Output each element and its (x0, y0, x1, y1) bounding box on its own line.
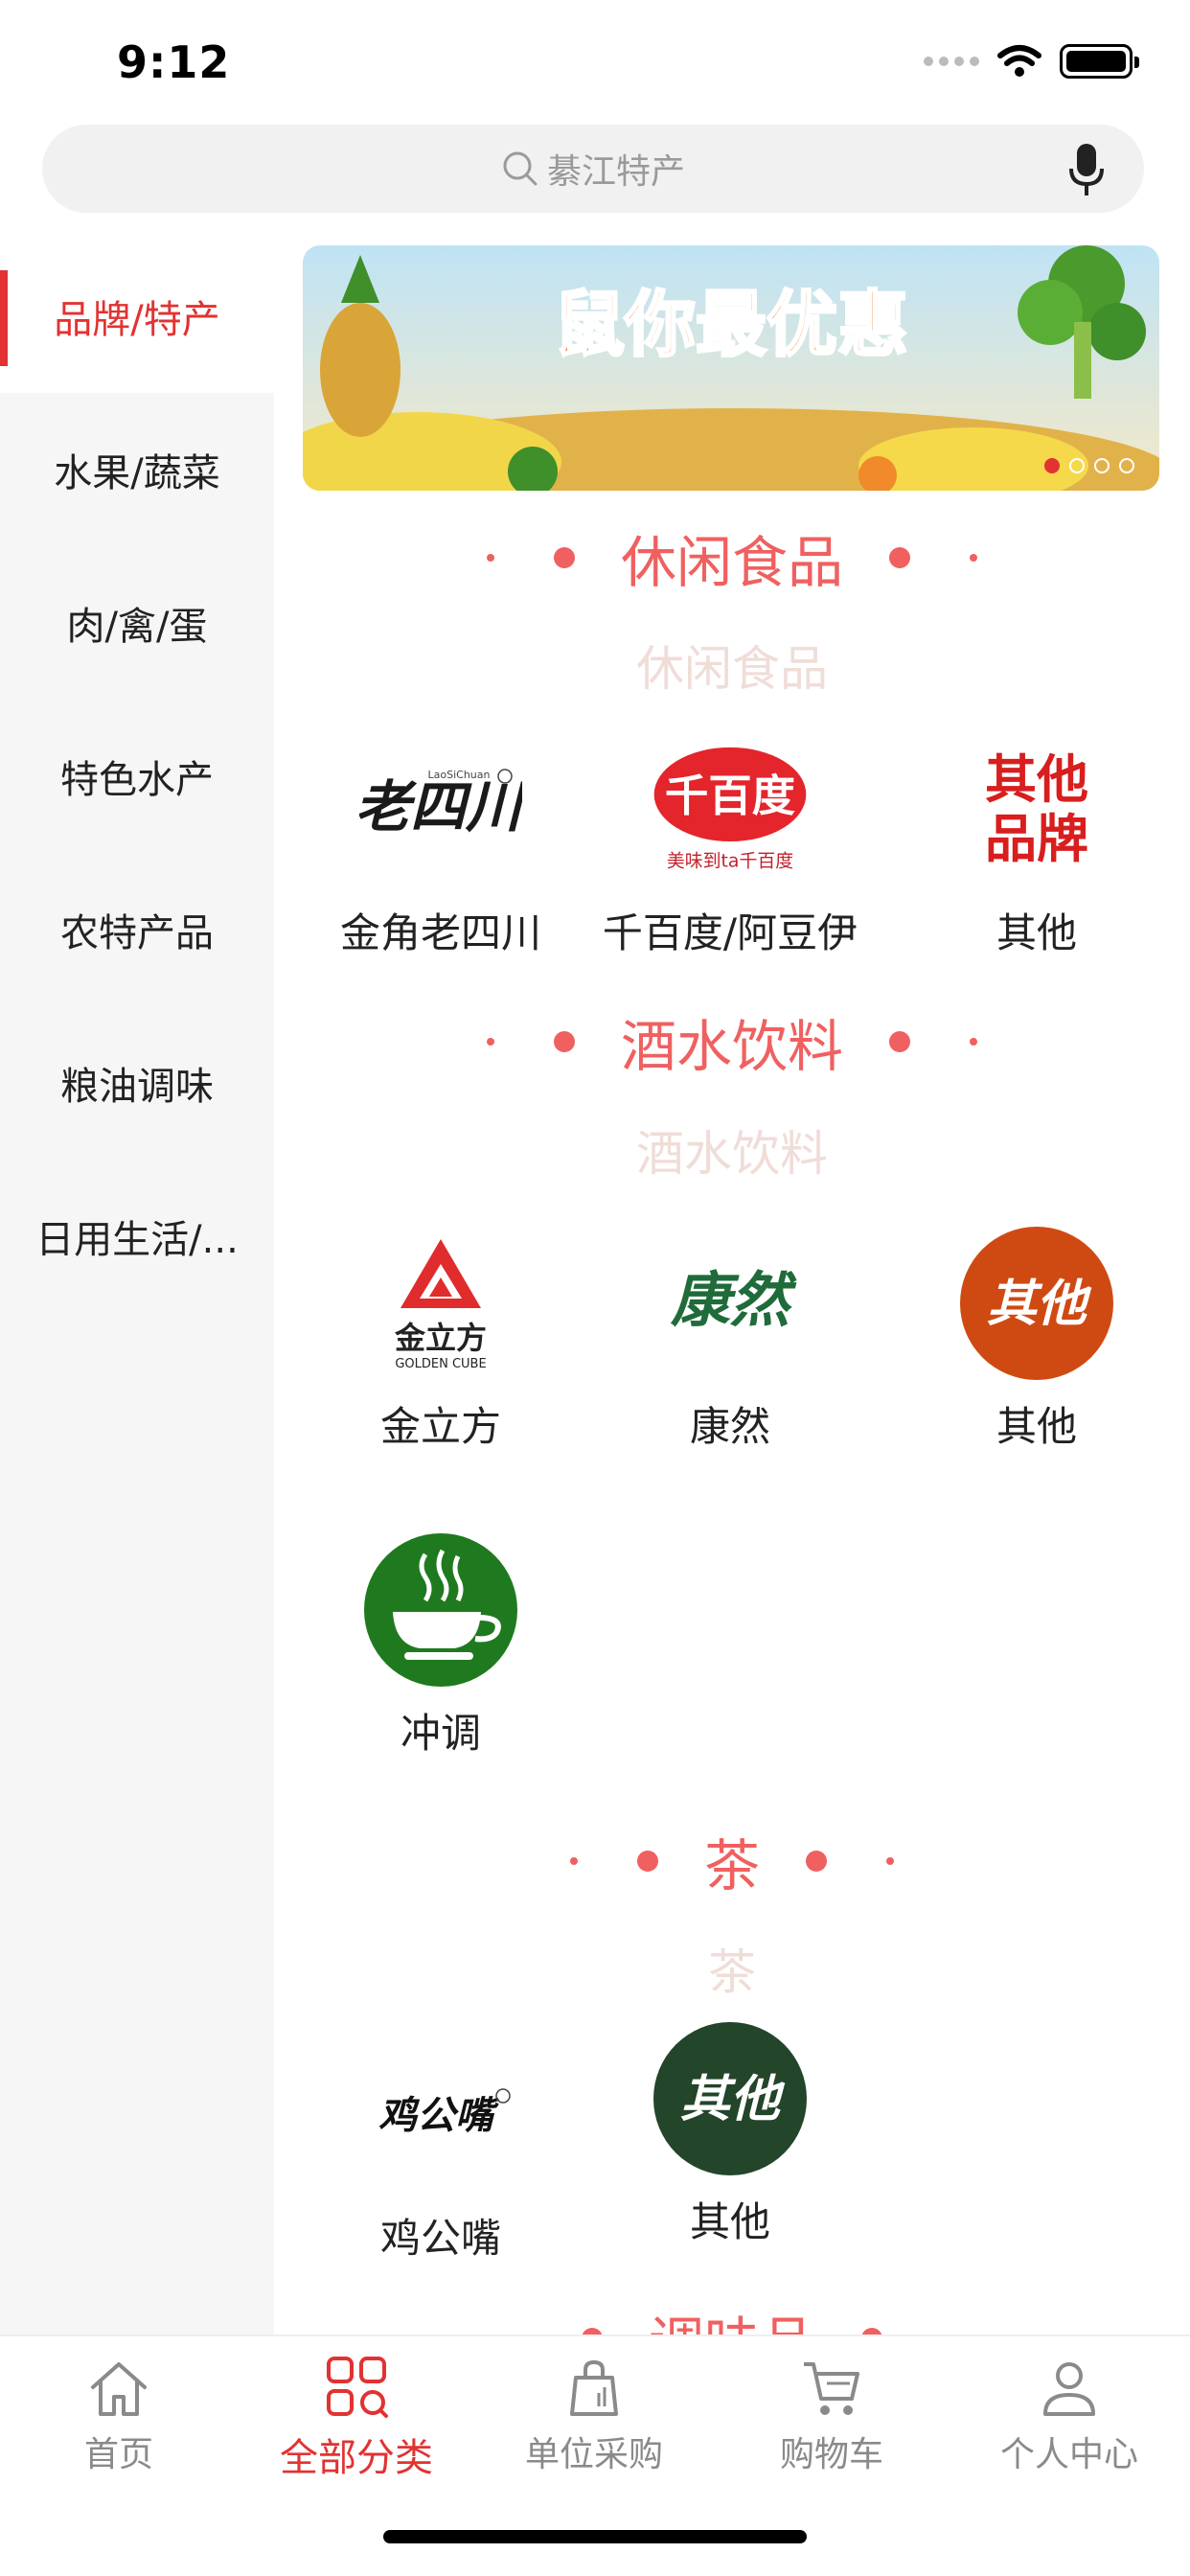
brand-logo: 其他 (955, 1222, 1118, 1385)
promo-banner[interactable]: 鼠你最优惠 (303, 245, 1159, 491)
brand-name: 金立方 (379, 1403, 501, 1450)
home-indicator (383, 2530, 807, 2543)
sidebar-item-brand[interactable]: 品牌/特产 (0, 240, 274, 393)
section-subtitle: 酒水饮料 (636, 1126, 828, 1182)
category-sidebar: 品牌/特产 水果/蔬菜 肉/禽/蛋 特色水产 农特产品 粮油调味 日用生活/..… (0, 240, 274, 2334)
tab-label: 首页 (83, 2435, 153, 2474)
brand-name: 其他 (995, 909, 1077, 956)
search-icon (503, 151, 538, 186)
section-title: 调味品 (649, 2298, 815, 2334)
sidebar-item-label: 水果/蔬菜 (54, 451, 220, 495)
brand-name: 其他 (689, 2198, 770, 2245)
brand-logo: 老四川 LaoSiChuan (359, 728, 522, 891)
sidebar-item-daily[interactable]: 日用生活/... (0, 1160, 274, 1313)
brand-instant-drink[interactable]: 冲调 (297, 1529, 584, 1760)
brand-laosichuan[interactable]: 老四川 LaoSiChuan 金角老四川 (297, 728, 584, 959)
section-title: 酒水饮料 (620, 1014, 843, 1079)
microphone-icon[interactable] (1067, 142, 1106, 197)
status-bar: 9:12 (0, 0, 1190, 125)
home-icon (91, 2362, 147, 2416)
brand-other-snacks[interactable]: 其他品牌 其他 (893, 728, 1180, 959)
svg-text:老四川: 老四川 (359, 774, 522, 840)
user-icon (1043, 2362, 1095, 2416)
sidebar-item-label: 粮油调味 (60, 1065, 214, 1109)
status-icons (924, 44, 1139, 79)
banner-pagination (1044, 458, 1134, 473)
brand-name: 冲调 (400, 1710, 481, 1757)
sidebar-item-label: 农特产品 (60, 911, 214, 955)
banner-image: 鼠你最优惠 (303, 245, 1159, 491)
sidebar-item-seafood[interactable]: 特色水产 (0, 700, 274, 853)
sidebar-item-grain-oil[interactable]: 粮油调味 (0, 1006, 274, 1160)
brand-kangran[interactable]: 康然 康然 (586, 1222, 874, 1453)
coffee-cup-icon (364, 1533, 517, 1687)
cart-icon (804, 2362, 859, 2415)
status-time: 9:12 (117, 36, 231, 88)
tab-home[interactable]: 首页 (0, 2350, 238, 2476)
section-header-seasoning: 调味品 (274, 2298, 1190, 2334)
category-icon (327, 2357, 388, 2418)
svg-text:鸡公嘴: 鸡公嘴 (378, 2093, 500, 2138)
svg-text:金立方: 金立方 (394, 1320, 487, 1356)
brand-other-drinks[interactable]: 其他 其他 (893, 1222, 1180, 1453)
section-subtitle: 休闲食品 (636, 641, 828, 697)
sidebar-item-farm[interactable]: 农特产品 (0, 853, 274, 1006)
brand-logo: 康然 (649, 1222, 812, 1385)
tab-label: 个人中心 (999, 2435, 1138, 2474)
brand-logo (359, 1529, 522, 1691)
search-placeholder: 綦江特产 (546, 152, 685, 192)
svg-text:美味到ta千百度: 美味到ta千百度 (667, 851, 793, 872)
brand-name: 其他 (995, 1403, 1077, 1450)
sidebar-item-fruit[interactable]: 水果/蔬菜 (0, 393, 274, 546)
tab-profile[interactable]: 个人中心 (950, 2350, 1188, 2476)
brand-logo: 其他品牌 (985, 749, 1088, 869)
banner-text: 鼠你最优惠 (554, 284, 908, 366)
brand-jigongzui[interactable]: 鸡公嘴 鸡公嘴 (297, 2034, 584, 2265)
brand-name: 康然 (689, 1403, 770, 1450)
brand-logo: 金立方 GOLDEN CUBE (359, 1222, 522, 1385)
tab-all-categories[interactable]: 全部分类 (238, 2350, 475, 2482)
sidebar-item-label: 品牌/特产 (54, 298, 220, 342)
svg-text:其他: 其他 (987, 1275, 1092, 1333)
purchase-bag-icon (570, 2359, 618, 2416)
tab-cart[interactable]: 购物车 (713, 2350, 950, 2476)
tab-label: 单位采购 (524, 2435, 663, 2474)
tab-label: 购物车 (779, 2435, 883, 2474)
wifi-icon (997, 45, 1041, 77)
sidebar-item-label: 日用生活/... (35, 1218, 239, 1262)
brand-name: 千百度/阿豆伊 (602, 909, 858, 956)
battery-icon (1060, 44, 1139, 79)
brand-qianbaidu[interactable]: 千百度 美味到ta千百度 千百度/阿豆伊 (586, 728, 874, 959)
svg-text:康然: 康然 (670, 1265, 797, 1335)
section-header-drinks: 酒水饮料 (274, 1001, 1190, 1082)
tab-label: 全部分类 (280, 2436, 433, 2480)
brand-name: 鸡公嘴 (379, 2215, 501, 2262)
section-subtitle: 茶 (708, 1944, 756, 2000)
svg-text:GOLDEN CUBE: GOLDEN CUBE (395, 1357, 486, 1371)
section-header-snacks: 休闲食品 (274, 518, 1190, 598)
signal-icon (924, 57, 979, 66)
svg-text:LaoSiChuan: LaoSiChuan (428, 769, 491, 781)
tab-unit-purchase[interactable]: 单位采购 (475, 2350, 713, 2476)
brand-logo: 鸡公嘴 (359, 2034, 522, 2196)
section-header-tea: 茶 (274, 1821, 1190, 1901)
search-bar[interactable]: 綦江特产 (42, 125, 1144, 213)
category-content[interactable]: 鼠你最优惠 休闲食品 休闲食品 老四川 LaoSiChuan 金角老四川 千百度… (274, 240, 1190, 2334)
sidebar-item-label: 特色水产 (60, 758, 214, 802)
brand-golden-cube[interactable]: 金立方 GOLDEN CUBE 金立方 (297, 1222, 584, 1453)
brand-logo: 千百度 美味到ta千百度 (649, 728, 812, 891)
svg-text:其他: 其他 (680, 2070, 786, 2128)
section-title: 茶 (703, 1833, 760, 1898)
brand-other-tea[interactable]: 其他 其他 (586, 2017, 874, 2248)
svg-text:千百度: 千百度 (665, 770, 796, 821)
brand-logo: 其他 (649, 2017, 812, 2180)
brand-name: 金角老四川 (339, 909, 541, 956)
sidebar-item-label: 肉/禽/蛋 (66, 605, 208, 649)
section-title: 休闲食品 (620, 530, 843, 595)
sidebar-item-meat[interactable]: 肉/禽/蛋 (0, 546, 274, 700)
